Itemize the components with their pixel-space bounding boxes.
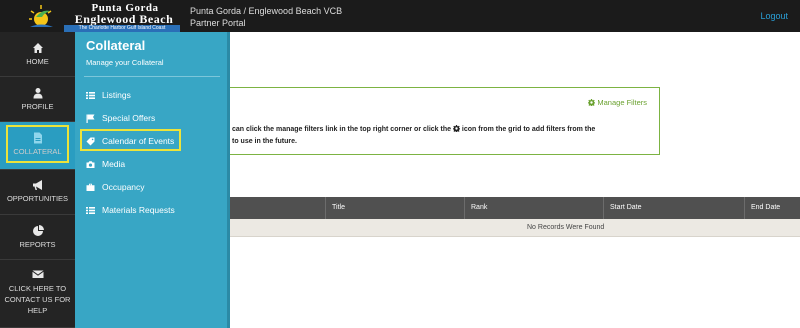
subnav-item-special-offers[interactable]: Special Offers: [86, 113, 155, 123]
nav-item-home[interactable]: HOME: [0, 32, 75, 77]
subnav-divider: [84, 76, 220, 77]
manage-filters-label: Manage Filters: [597, 98, 647, 107]
nav-item-label: PROFILE: [21, 102, 54, 111]
gear-icon: [452, 125, 460, 132]
filter-info-box: Manage Filters can click the manage filt…: [230, 87, 660, 155]
nav-item-profile[interactable]: PROFILE: [0, 77, 75, 122]
subnav-item-materials-requests[interactable]: Materials Requests: [86, 205, 175, 215]
logout-link[interactable]: Logout: [760, 11, 788, 21]
nav-item-contact-help[interactable]: CLICK HERE TO CONTACT US FOR HELP: [0, 260, 75, 328]
camera-icon: [86, 160, 95, 168]
site-logo[interactable]: Punta Gorda Englewood Beach The Charlott…: [0, 0, 180, 32]
top-bar: Punta Gorda Englewood Beach The Charlott…: [0, 0, 800, 32]
list-icon: [86, 91, 95, 99]
filter-instructions: can click the manage filters link in the…: [232, 124, 652, 148]
filter-instructions-line-2: to use in the future.: [232, 138, 297, 145]
nav-item-label: REPORTS: [19, 240, 56, 249]
pie-chart-icon: [32, 225, 44, 236]
grid-header: Title Rank Start Date End Date: [230, 197, 800, 219]
subnav-item-media[interactable]: Media: [86, 159, 125, 169]
megaphone-icon: [32, 180, 42, 190]
subnav-item-label: Special Offers: [102, 113, 156, 123]
left-nav: HOME PROFILE COLLATERAL OPPORTUNITIES RE…: [0, 32, 75, 328]
no-records-message: No Records Were Found: [527, 224, 605, 231]
main-content: Manage Filters can click the manage filt…: [230, 32, 800, 328]
subnav-item-label: Materials Requests: [102, 205, 175, 215]
envelope-icon: [32, 270, 43, 278]
subnav-item-label: Listings: [102, 90, 131, 100]
subnav-item-occupancy[interactable]: Occupancy: [86, 182, 145, 192]
calendar-highlight-box: [80, 129, 181, 151]
collateral-highlight-box: [6, 125, 69, 163]
subnav-subtitle: Manage your Collateral: [86, 58, 164, 67]
portal-title: Punta Gorda / Englewood Beach VCB Partne…: [190, 6, 343, 28]
grid-empty-row: No Records Were Found: [230, 219, 800, 237]
gear-icon: [588, 99, 596, 106]
subnav-item-label: Media: [102, 159, 126, 169]
column-header-title[interactable]: Title: [326, 197, 345, 219]
column-header-rank[interactable]: Rank: [465, 197, 487, 219]
sun-palm-logo-icon: [29, 5, 53, 27]
column-header-start-date[interactable]: Start Date: [604, 197, 642, 219]
flag-icon: [86, 114, 95, 123]
user-icon: [33, 88, 42, 99]
filter-instructions-part-2: icon from the grid to add filters from t…: [461, 126, 596, 133]
logo-tagline: The Charlotte Harbor Gulf Island Coast: [64, 25, 180, 32]
subnav-item-listings[interactable]: Listings: [86, 90, 131, 100]
collateral-subnav: Collateral Manage your Collateral Listin…: [75, 32, 230, 328]
briefcase-icon: [86, 183, 95, 191]
subnav-title: Collateral: [86, 38, 146, 53]
column-header-end-date[interactable]: End Date: [745, 197, 780, 219]
nav-item-label: CLICK HERE TO CONTACT US FOR HELP: [4, 284, 71, 315]
list-icon: [86, 206, 95, 214]
nav-item-reports[interactable]: REPORTS: [0, 215, 75, 260]
nav-item-label: HOME: [26, 57, 49, 66]
subnav-item-label: Occupancy: [102, 182, 145, 192]
manage-filters-link[interactable]: Manage Filters: [588, 98, 647, 107]
nav-item-opportunities[interactable]: OPPORTUNITIES: [0, 170, 75, 215]
home-icon: [32, 43, 43, 53]
nav-item-label: OPPORTUNITIES: [6, 194, 69, 203]
filter-instructions-part-1: can click the manage filters link in the…: [232, 126, 451, 133]
